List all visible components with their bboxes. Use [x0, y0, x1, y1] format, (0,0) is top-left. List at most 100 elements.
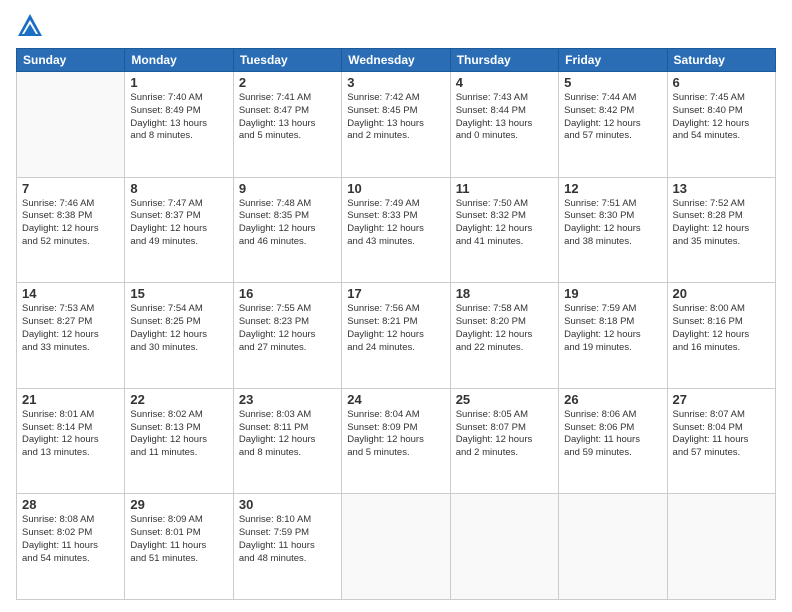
header: [16, 12, 776, 40]
calendar-cell: [342, 494, 450, 600]
calendar-cell: 18 Sunrise: 7:58 AM Sunset: 8:20 PM Dayli…: [450, 283, 558, 389]
day-number: 11: [456, 181, 553, 196]
day-info: Sunrise: 7:47 AM Sunset: 8:37 PM Dayligh…: [130, 198, 227, 249]
day-number: 27: [673, 392, 770, 407]
day-number: 30: [239, 497, 336, 512]
calendar-cell: 25 Sunrise: 8:05 AM Sunset: 8:07 PM Dayli…: [450, 388, 558, 494]
day-number: 29: [130, 497, 227, 512]
logo: [16, 12, 50, 40]
day-info: Sunrise: 8:06 AM Sunset: 8:06 PM Dayligh…: [564, 409, 661, 460]
calendar-cell: 29 Sunrise: 8:09 AM Sunset: 8:01 PM Dayli…: [125, 494, 233, 600]
calendar-cell: 14Sunrise: 7:53 AM Sunset: 8:27 PM Dayli…: [17, 283, 125, 389]
day-info: Sunrise: 8:09 AM Sunset: 8:01 PM Dayligh…: [130, 514, 227, 565]
calendar-cell: 10 Sunrise: 7:49 AM Sunset: 8:33 PM Dayli…: [342, 177, 450, 283]
day-number: 25: [456, 392, 553, 407]
calendar-cell: 22 Sunrise: 8:02 AM Sunset: 8:13 PM Dayli…: [125, 388, 233, 494]
day-number: 22: [130, 392, 227, 407]
day-number: 18: [456, 286, 553, 301]
day-info: Sunrise: 7:48 AM Sunset: 8:35 PM Dayligh…: [239, 198, 336, 249]
day-info: Sunrise: 7:55 AM Sunset: 8:23 PM Dayligh…: [239, 303, 336, 354]
day-info: Sunrise: 7:53 AM Sunset: 8:27 PM Dayligh…: [22, 303, 119, 354]
calendar-cell: 19 Sunrise: 7:59 AM Sunset: 8:18 PM Dayli…: [559, 283, 667, 389]
weekday-header-sunday: Sunday: [17, 49, 125, 72]
day-info: Sunrise: 8:02 AM Sunset: 8:13 PM Dayligh…: [130, 409, 227, 460]
weekday-header-saturday: Saturday: [667, 49, 775, 72]
calendar-cell: 24 Sunrise: 8:04 AM Sunset: 8:09 PM Dayli…: [342, 388, 450, 494]
day-number: 26: [564, 392, 661, 407]
calendar-cell: 21Sunrise: 8:01 AM Sunset: 8:14 PM Dayli…: [17, 388, 125, 494]
day-number: 13: [673, 181, 770, 196]
day-info: Sunrise: 8:00 AM Sunset: 8:16 PM Dayligh…: [673, 303, 770, 354]
day-info: Sunrise: 7:56 AM Sunset: 8:21 PM Dayligh…: [347, 303, 444, 354]
day-info: Sunrise: 7:59 AM Sunset: 8:18 PM Dayligh…: [564, 303, 661, 354]
calendar-cell: 3 Sunrise: 7:42 AM Sunset: 8:45 PM Daylig…: [342, 72, 450, 178]
calendar-cell: 9 Sunrise: 7:48 AM Sunset: 8:35 PM Daylig…: [233, 177, 341, 283]
day-number: 2: [239, 75, 336, 90]
calendar-cell: 17 Sunrise: 7:56 AM Sunset: 8:21 PM Dayli…: [342, 283, 450, 389]
calendar-cell: 23Sunrise: 8:03 AM Sunset: 8:11 PM Dayli…: [233, 388, 341, 494]
calendar-cell: 12 Sunrise: 7:51 AM Sunset: 8:30 PM Dayli…: [559, 177, 667, 283]
day-info: Sunrise: 7:45 AM Sunset: 8:40 PM Dayligh…: [673, 92, 770, 143]
calendar-table: SundayMondayTuesdayWednesdayThursdayFrid…: [16, 48, 776, 600]
day-info: Sunrise: 7:50 AM Sunset: 8:32 PM Dayligh…: [456, 198, 553, 249]
day-info: Sunrise: 7:51 AM Sunset: 8:30 PM Dayligh…: [564, 198, 661, 249]
weekday-header-friday: Friday: [559, 49, 667, 72]
calendar-week-2: 7 Sunrise: 7:46 AM Sunset: 8:38 PM Daylig…: [17, 177, 776, 283]
calendar-cell: 8 Sunrise: 7:47 AM Sunset: 8:37 PM Daylig…: [125, 177, 233, 283]
day-number: 24: [347, 392, 444, 407]
weekday-header-monday: Monday: [125, 49, 233, 72]
day-info: Sunrise: 7:42 AM Sunset: 8:45 PM Dayligh…: [347, 92, 444, 143]
day-info: Sunrise: 7:41 AM Sunset: 8:47 PM Dayligh…: [239, 92, 336, 143]
day-number: 4: [456, 75, 553, 90]
day-number: 15: [130, 286, 227, 301]
calendar-cell: [559, 494, 667, 600]
day-number: 28: [22, 497, 119, 512]
day-number: 8: [130, 181, 227, 196]
day-info: Sunrise: 7:43 AM Sunset: 8:44 PM Dayligh…: [456, 92, 553, 143]
day-number: 19: [564, 286, 661, 301]
calendar-cell: 26 Sunrise: 8:06 AM Sunset: 8:06 PM Dayli…: [559, 388, 667, 494]
day-info: Sunrise: 8:08 AM Sunset: 8:02 PM Dayligh…: [22, 514, 119, 565]
calendar-cell: 16 Sunrise: 7:55 AM Sunset: 8:23 PM Dayli…: [233, 283, 341, 389]
day-info: Sunrise: 8:04 AM Sunset: 8:09 PM Dayligh…: [347, 409, 444, 460]
day-info: Sunrise: 8:07 AM Sunset: 8:04 PM Dayligh…: [673, 409, 770, 460]
day-number: 17: [347, 286, 444, 301]
calendar-week-1: 1Sunrise: 7:40 AM Sunset: 8:49 PM Daylig…: [17, 72, 776, 178]
weekday-header-tuesday: Tuesday: [233, 49, 341, 72]
day-number: 12: [564, 181, 661, 196]
day-info: Sunrise: 7:46 AM Sunset: 8:38 PM Dayligh…: [22, 198, 119, 249]
weekday-header-thursday: Thursday: [450, 49, 558, 72]
calendar-cell: 1Sunrise: 7:40 AM Sunset: 8:49 PM Daylig…: [125, 72, 233, 178]
day-info: Sunrise: 8:10 AM Sunset: 7:59 PM Dayligh…: [239, 514, 336, 565]
day-number: 10: [347, 181, 444, 196]
calendar-cell: 4 Sunrise: 7:43 AM Sunset: 8:44 PM Daylig…: [450, 72, 558, 178]
day-number: 9: [239, 181, 336, 196]
day-number: 20: [673, 286, 770, 301]
day-number: 23: [239, 392, 336, 407]
day-info: Sunrise: 7:58 AM Sunset: 8:20 PM Dayligh…: [456, 303, 553, 354]
day-info: Sunrise: 7:52 AM Sunset: 8:28 PM Dayligh…: [673, 198, 770, 249]
calendar-cell: 6Sunrise: 7:45 AM Sunset: 8:40 PM Daylig…: [667, 72, 775, 178]
calendar-week-5: 28 Sunrise: 8:08 AM Sunset: 8:02 PM Dayli…: [17, 494, 776, 600]
calendar-cell: 27 Sunrise: 8:07 AM Sunset: 8:04 PM Dayli…: [667, 388, 775, 494]
day-number: 3: [347, 75, 444, 90]
day-number: 16: [239, 286, 336, 301]
calendar-cell: 7 Sunrise: 7:46 AM Sunset: 8:38 PM Daylig…: [17, 177, 125, 283]
day-number: 7: [22, 181, 119, 196]
page: SundayMondayTuesdayWednesdayThursdayFrid…: [0, 0, 792, 612]
day-number: 5: [564, 75, 661, 90]
weekday-header-wednesday: Wednesday: [342, 49, 450, 72]
calendar-cell: 28 Sunrise: 8:08 AM Sunset: 8:02 PM Dayli…: [17, 494, 125, 600]
calendar-week-4: 21Sunrise: 8:01 AM Sunset: 8:14 PM Dayli…: [17, 388, 776, 494]
day-info: Sunrise: 8:05 AM Sunset: 8:07 PM Dayligh…: [456, 409, 553, 460]
calendar-cell: 13 Sunrise: 7:52 AM Sunset: 8:28 PM Dayli…: [667, 177, 775, 283]
calendar-cell: [450, 494, 558, 600]
day-number: 1: [130, 75, 227, 90]
calendar-week-3: 14Sunrise: 7:53 AM Sunset: 8:27 PM Dayli…: [17, 283, 776, 389]
day-info: Sunrise: 7:49 AM Sunset: 8:33 PM Dayligh…: [347, 198, 444, 249]
calendar-cell: [17, 72, 125, 178]
calendar-cell: 11 Sunrise: 7:50 AM Sunset: 8:32 PM Dayli…: [450, 177, 558, 283]
calendar-cell: 20 Sunrise: 8:00 AM Sunset: 8:16 PM Dayli…: [667, 283, 775, 389]
day-info: Sunrise: 7:44 AM Sunset: 8:42 PM Dayligh…: [564, 92, 661, 143]
calendar-cell: 5 Sunrise: 7:44 AM Sunset: 8:42 PM Daylig…: [559, 72, 667, 178]
